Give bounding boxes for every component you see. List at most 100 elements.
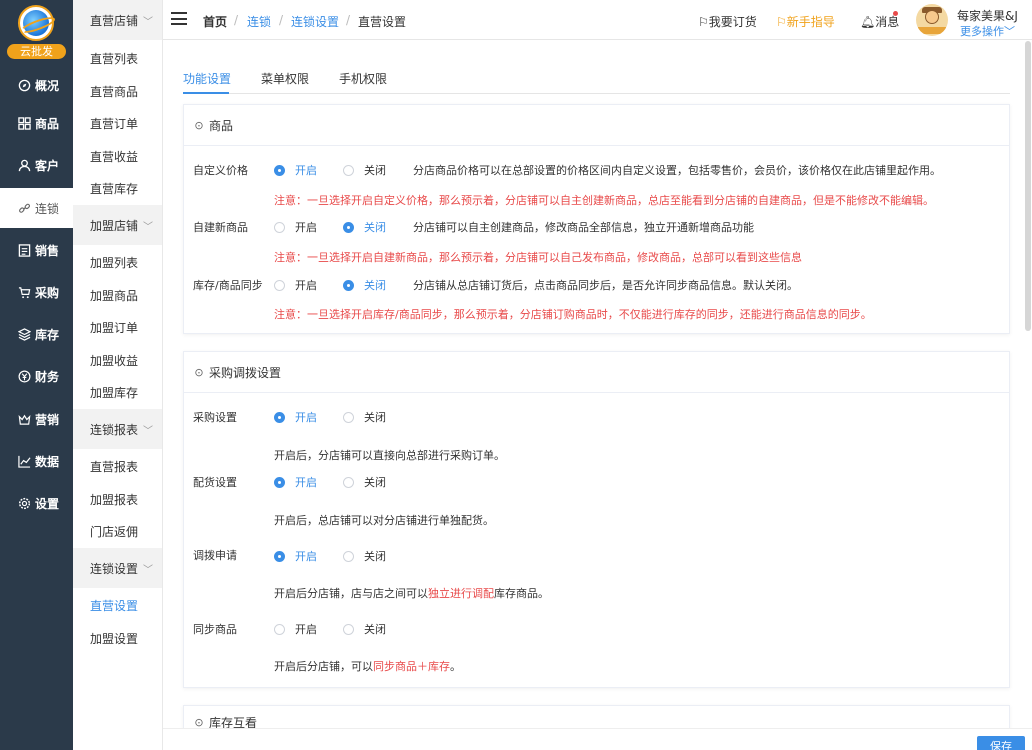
radio-on[interactable]: 开启 [274,409,317,425]
headset-icon: ⊙ [194,365,204,379]
chevron-down-icon: ﹀ [143,16,154,28]
order-link[interactable]: ⚐我要订货 [698,13,757,30]
subnav-item[interactable]: 直营商品 [90,83,138,100]
sidebar-item-customers[interactable]: 客户 [0,146,73,184]
sidebar-item-label: 设置 [35,496,60,511]
radio-on[interactable]: 开启 [274,474,317,490]
radio-label: 关闭 [364,164,386,177]
purchase-settings-card: ⊙ 采购调拨设置 采购设置 开启 关闭 开启后，分店铺可以直接向总部进行采购订单。… [183,351,1010,688]
cart-icon [17,285,31,299]
sidebar-item-marketing[interactable]: 营销 [0,400,73,438]
radio-on[interactable]: 开启 [274,219,317,235]
subnav-item[interactable]: 直营订单 [90,115,138,132]
settings-tabs: 功能设置 菜单权限 手机权限 [183,68,1010,94]
subnav-item[interactable]: 直营库存 [90,180,138,197]
radio-on[interactable]: 开启 [274,548,317,564]
grid-icon [17,116,31,130]
compass-icon [17,78,31,92]
radio-on[interactable]: 开启 [274,162,317,178]
guide-link-label: 新手指导 [786,15,835,29]
subnav-item[interactable]: 加盟设置 [90,630,138,647]
tab-active-indicator [183,92,229,94]
sidebar-item-finance[interactable]: 财务 [0,357,73,395]
radio-on[interactable]: 开启 [274,621,317,637]
brand-badge: 云批发 [7,44,66,59]
chevron-down-icon: ﹀ [143,564,154,576]
setting-label: 配货设置 [193,476,237,489]
radio-off[interactable]: 关闭 [343,277,386,293]
subnav-item[interactable]: 加盟订单 [90,319,138,336]
sidebar-item-goods[interactable]: 商品 [0,104,73,142]
list-icon [17,243,31,257]
tab-menu-permissions[interactable]: 菜单权限 [261,70,309,87]
sidebar-item-overview[interactable]: 概况 [0,66,73,104]
breadcrumb-home[interactable]: 首页 [203,13,227,30]
radio-off[interactable]: 关闭 [343,409,386,425]
order-link-label: 我要订货 [708,15,757,29]
breadcrumb-chain-settings[interactable]: 连锁设置 [291,13,339,30]
subnav-item[interactable]: 直营收益 [90,148,138,165]
subnav-item[interactable]: 加盟库存 [90,384,138,401]
radio-off[interactable]: 关闭 [343,162,386,178]
radio-off[interactable]: 关闭 [343,219,386,235]
radio-label: 关闭 [364,623,386,636]
subnav-group-direct[interactable]: 直营店铺 ﹀ [73,0,162,40]
guide-link[interactable]: ⚐新手指导 [776,13,835,30]
subnav-item[interactable]: 直营报表 [90,458,138,475]
subnav-item[interactable]: 门店返佣 [90,523,138,540]
subnav-item[interactable]: 加盟收益 [90,352,138,369]
radio-off[interactable]: 关闭 [343,621,386,637]
desc-highlight: 独立进行调配 [428,587,494,600]
subnav-group-franchise[interactable]: 加盟店铺 ﹀ [73,205,162,245]
sidebar-item-chain[interactable]: 连锁 [0,188,73,228]
subnav-item[interactable]: 加盟报表 [90,491,138,508]
scrollbar[interactable] [1025,41,1031,331]
more-ops-dropdown[interactable]: 更多操作﹀ [960,23,1015,39]
chart-icon [17,454,31,468]
layers-icon [17,327,31,341]
sidebar-item-purchase[interactable]: 采购 [0,273,73,311]
breadcrumb-chain[interactable]: 连锁 [247,13,271,30]
radio-on[interactable]: 开启 [274,277,317,293]
subnav-item[interactable]: 加盟列表 [90,254,138,271]
headset-icon: ⊙ [194,716,204,729]
tab-mobile-permissions[interactable]: 手机权限 [339,70,387,87]
setting-description: 开启后分店铺，可以同步商品＋库存。 [274,658,461,674]
flag-icon: ⚐ [698,15,709,29]
tab-features[interactable]: 功能设置 [183,70,231,87]
save-button[interactable]: 保存 [977,736,1025,750]
radio-off[interactable]: 关闭 [343,474,386,490]
menu-toggle-icon[interactable] [171,12,187,25]
footer-bar [163,728,1032,750]
avatar[interactable] [916,4,948,36]
logo-icon[interactable] [18,5,54,41]
radio-off[interactable]: 关闭 [343,548,386,564]
sidebar-item-data[interactable]: 数据 [0,442,73,480]
more-ops-label: 更多操作 [960,25,1004,38]
subnav-group-settings[interactable]: 连锁设置 ﹀ [73,548,162,588]
setting-description: 分店商品价格可以在总部设置的价格区间内自定义设置，包括零售价，会员价，该价格仅在… [413,164,941,177]
bell-icon: 🔔︎ [860,15,876,29]
sidebar-item-settings[interactable]: 设置 [0,484,73,522]
radio-label: 关闭 [364,476,386,489]
desc-text: 开启后分店铺，店与店之间可以 [274,587,428,600]
setting-description: 分店铺从总店铺订货后，点击商品同步后，是否允许同步商品信息。默认关闭。 [413,279,798,292]
subnav-item-active[interactable]: 直营设置 [90,597,138,614]
user-icon [17,158,31,172]
setting-warning: 注意：一旦选择开启库存/商品同步，那么预示着，分店铺订购商品时，不仅能进行库存的… [274,308,872,321]
radio-label: 开启 [295,623,317,636]
subnav-item[interactable]: 直营列表 [90,50,138,67]
setting-label: 调拨申请 [193,549,237,562]
breadcrumb-separator: / [346,13,351,27]
radio-label: 开启 [295,411,317,424]
subnav-item[interactable]: 加盟商品 [90,287,138,304]
sidebar-item-inventory[interactable]: 库存 [0,315,73,353]
breadcrumb-current: 直营设置 [358,15,407,29]
sidebar-item-sales[interactable]: 销售 [0,231,73,269]
link-icon [17,201,31,215]
yen-icon [17,369,31,383]
breadcrumb-separator: / [234,13,239,27]
chevron-down-icon: ﹀ [1004,25,1015,38]
subnav-group-title: 连锁设置 [90,561,139,576]
subnav-group-reports[interactable]: 连锁报表 ﹀ [73,409,162,449]
